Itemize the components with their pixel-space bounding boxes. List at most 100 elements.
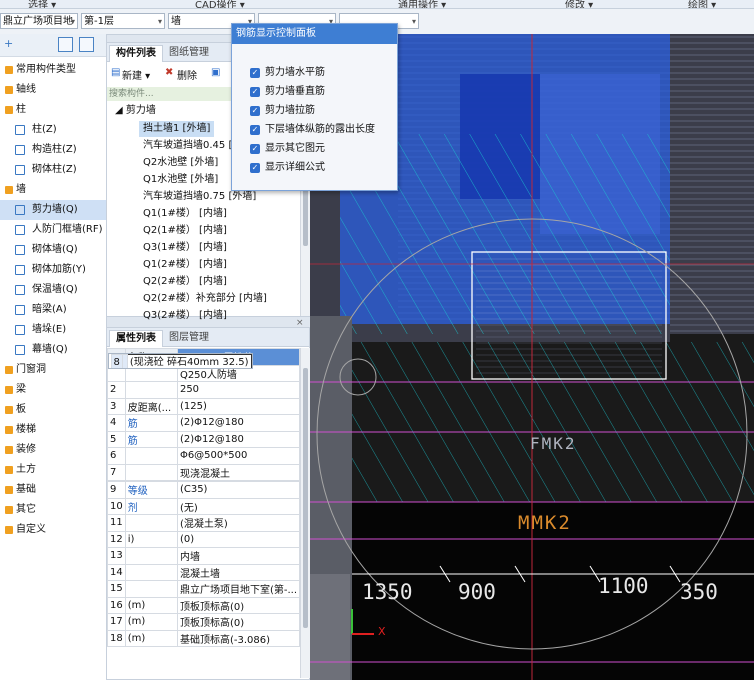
component-item[interactable]: Q1(2#楼） [内墙] xyxy=(143,257,227,273)
tree-item[interactable]: 楼梯 xyxy=(0,420,106,440)
add-icon[interactable]: + xyxy=(4,37,13,50)
component-item[interactable]: Q2水池壁 [外墙] xyxy=(143,155,218,171)
property-row[interactable]: 2 250 xyxy=(107,381,301,399)
new-button[interactable]: 新建 ▾ xyxy=(122,67,150,82)
property-row[interactable]: 10 剂 (无) xyxy=(107,497,301,515)
copy-icon[interactable]: ▣ xyxy=(211,67,220,78)
ribbon-cad-label[interactable]: CAD操作 ▾ xyxy=(195,0,245,8)
grid-view-icon[interactable] xyxy=(79,37,94,52)
property-value[interactable]: (0) xyxy=(176,530,301,548)
property-value[interactable]: Φ6@500*500 xyxy=(176,447,301,465)
project-select[interactable]: 鼎立广场项目地 ▾ xyxy=(0,13,78,29)
property-row[interactable]: 6 Φ6@500*500 xyxy=(107,447,301,465)
property-row[interactable]: 16 (m) 顶板顶标高(0) xyxy=(107,596,301,614)
property-row[interactable]: 17 (m) 顶板顶标高(0) xyxy=(107,613,301,631)
property-value[interactable]: 基础顶标高(-3.086) xyxy=(176,629,301,647)
property-row[interactable]: 8 (现浇砼 碎石40mm 32.5) xyxy=(107,352,253,369)
property-row[interactable]: 4 筋 (2)Φ12@180 xyxy=(107,414,301,432)
ribbon-modify-label[interactable]: 修改 ▾ xyxy=(565,0,593,8)
group-shear-wall[interactable]: ◢ 剪力墙 xyxy=(115,103,156,119)
tree-item[interactable]: 幕墙(Q) xyxy=(0,340,106,360)
tree-item[interactable]: 自定义 xyxy=(0,520,106,540)
component-item[interactable]: 汽车坡道挡墙0.45 [外 xyxy=(143,138,242,154)
property-row[interactable]: 12 i) (0) xyxy=(107,530,301,548)
tree-item[interactable]: 构造柱(Z) xyxy=(0,140,106,160)
list-view-icon[interactable] xyxy=(58,37,73,52)
component-item[interactable]: 汽车坡道挡墙0.75 [外墙] xyxy=(143,189,256,205)
component-item[interactable]: 挡土墙1 [外墙] xyxy=(139,121,215,137)
tab-component-list[interactable]: 构件列表 xyxy=(109,45,163,62)
property-value[interactable]: 内墙 xyxy=(176,547,301,565)
component-item[interactable]: Q3(1#楼） [内墙] xyxy=(143,240,227,256)
property-row[interactable]: 11 (混凝土泵) xyxy=(107,514,301,532)
tree-item[interactable]: 梁 xyxy=(0,380,106,400)
property-value[interactable]: (无) xyxy=(176,497,301,515)
floor-select[interactable]: 第-1层 ▾ xyxy=(81,13,165,29)
checkbox-checked-icon[interactable]: ✓ xyxy=(250,68,260,78)
tree-item[interactable]: 墙垛(E) xyxy=(0,320,106,340)
property-row[interactable]: 7 现浇混凝土 xyxy=(107,463,301,481)
tab-drawing-management[interactable]: 图纸管理 xyxy=(163,45,215,61)
folder-icon xyxy=(5,486,13,494)
tree-item[interactable]: 剪力墙(Q) xyxy=(0,200,106,220)
component-item[interactable]: Q2(2#楼）补充部分 [内墙] xyxy=(143,291,267,307)
tree-item-label: 其它 xyxy=(16,504,36,515)
checkbox-checked-icon[interactable]: ✓ xyxy=(250,163,260,173)
property-value[interactable]: 鼎立广场项目地下室(第-... xyxy=(176,580,301,598)
tab-layer-management[interactable]: 图层管理 xyxy=(163,330,215,346)
tree-item[interactable]: 砌体柱(Z) xyxy=(0,160,106,180)
property-value[interactable]: 顶板顶标高(0) xyxy=(176,596,301,614)
checkbox-checked-icon[interactable]: ✓ xyxy=(250,125,260,135)
checkbox-checked-icon[interactable]: ✓ xyxy=(250,106,260,116)
tree-item[interactable]: 土方 xyxy=(0,460,106,480)
property-value[interactable]: (2)Φ12@180 xyxy=(176,414,301,432)
component-item[interactable]: Q2(1#楼） [内墙] xyxy=(143,223,227,239)
checkbox-checked-icon[interactable]: ✓ xyxy=(250,144,260,154)
property-value[interactable]: 现浇混凝土 xyxy=(176,463,301,481)
property-value[interactable]: 顶板顶标高(0) xyxy=(176,613,301,631)
ribbon-general-label[interactable]: 通用操作 ▾ xyxy=(398,0,446,8)
property-value[interactable]: (2)Φ12@180 xyxy=(176,430,301,448)
component-item[interactable]: Q1水池壁 [外墙] xyxy=(143,172,218,188)
row-number: 15 xyxy=(107,580,126,598)
ribbon-select-label[interactable]: 选择 ▾ xyxy=(28,0,56,8)
tree-item[interactable]: 砌体墙(Q) xyxy=(0,240,106,260)
property-row[interactable]: 13 内墙 xyxy=(107,547,301,565)
property-row[interactable]: 5 筋 (2)Φ12@180 xyxy=(107,430,301,448)
property-row[interactable]: 14 混凝土墙 xyxy=(107,563,301,581)
property-value[interactable]: (125) xyxy=(176,397,301,415)
tree-item[interactable]: 板 xyxy=(0,400,106,420)
property-row[interactable]: 18 (m) 基础顶标高(-3.086) xyxy=(107,629,301,647)
tree-item[interactable]: 柱(Z) xyxy=(0,120,106,140)
property-value[interactable]: (现浇砼 碎石40mm 32.5) xyxy=(126,353,252,368)
tree-item[interactable]: 其它 xyxy=(0,500,106,520)
tree-item[interactable]: 柱 xyxy=(0,100,106,120)
property-row[interactable]: 15 鼎立广场项目地下室(第-... xyxy=(107,580,301,598)
tree-item[interactable]: 砌体加筋(Y) xyxy=(0,260,106,280)
property-row[interactable]: 9 等级 (C35) xyxy=(107,481,301,499)
property-row[interactable]: 3 皮距离(... (125) xyxy=(107,397,301,415)
tree-item[interactable]: 常用构件类型 xyxy=(0,60,106,80)
delete-button[interactable]: 删除 xyxy=(177,67,197,82)
dimension-900: 900 xyxy=(458,580,496,604)
property-value[interactable]: 250 xyxy=(176,381,301,399)
component-item[interactable]: Q3(2#楼） [内墙] xyxy=(143,308,227,324)
tree-item[interactable]: 门窗洞 xyxy=(0,360,106,380)
component-item[interactable]: Q2(2#楼） [内墙] xyxy=(143,274,227,290)
property-value[interactable]: (C35) xyxy=(176,481,301,499)
tab-property-list[interactable]: 属性列表 xyxy=(109,330,163,347)
panel-title[interactable]: 钢筋显示控制面板 xyxy=(232,24,397,44)
property-value[interactable]: (混凝土泵) xyxy=(176,514,301,532)
tree-item[interactable]: 暗梁(A) xyxy=(0,300,106,320)
ribbon-draw-label[interactable]: 绘图 ▾ xyxy=(688,0,716,8)
tree-item[interactable]: 人防门框墙(RF) xyxy=(0,220,106,240)
checkbox-checked-icon[interactable]: ✓ xyxy=(250,87,260,97)
tree-item[interactable]: 轴线 xyxy=(0,80,106,100)
property-scrollbar[interactable] xyxy=(300,348,310,678)
component-item[interactable]: Q1(1#楼） [内墙] xyxy=(143,206,227,222)
tree-item[interactable]: 装修 xyxy=(0,440,106,460)
property-value[interactable]: 混凝土墙 xyxy=(176,563,301,581)
tree-item[interactable]: 保温墙(Q) xyxy=(0,280,106,300)
tree-item[interactable]: 墙 xyxy=(0,180,106,200)
tree-item[interactable]: 基础 xyxy=(0,480,106,500)
